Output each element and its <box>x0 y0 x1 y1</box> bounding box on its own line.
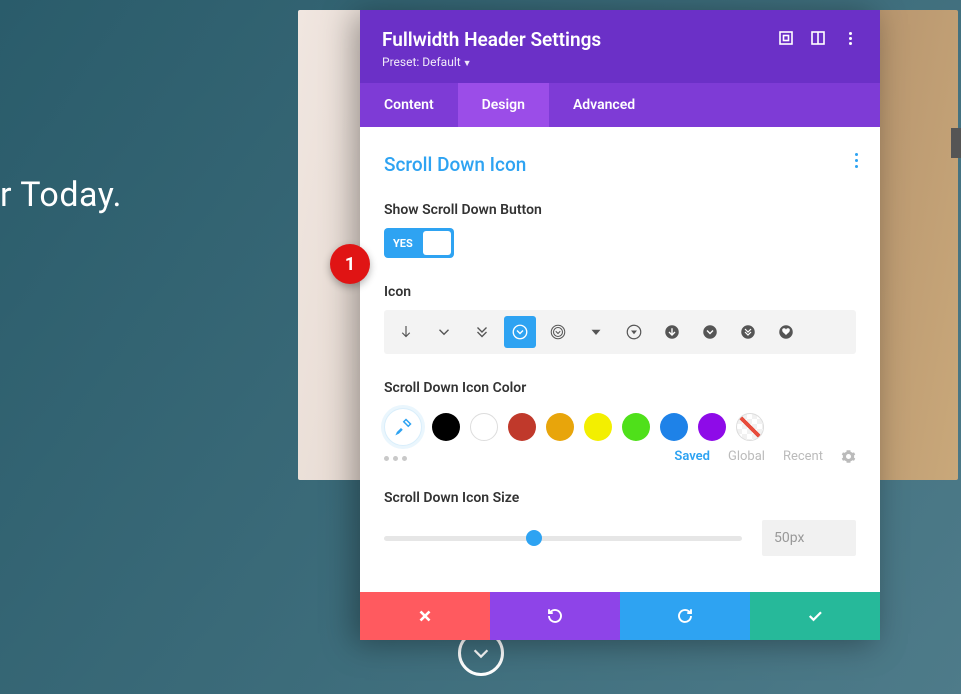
color-tab-global[interactable]: Global <box>728 449 765 464</box>
panel-menu-icon[interactable] <box>842 30 858 46</box>
panel-tabs: Content Design Advanced <box>360 83 880 127</box>
right-handle <box>951 128 961 158</box>
tab-design[interactable]: Design <box>458 83 549 127</box>
swatch-red[interactable] <box>508 413 536 441</box>
color-label: Scroll Down Icon Color <box>384 380 856 396</box>
section-menu-icon[interactable] <box>855 153 858 168</box>
tab-content[interactable]: Content <box>360 83 458 127</box>
color-tab-saved[interactable]: Saved <box>674 449 710 464</box>
icon-circle-double-chevron-dark[interactable] <box>732 316 764 348</box>
swatch-white[interactable] <box>470 413 498 441</box>
icon-double-chevron[interactable] <box>466 316 498 348</box>
cancel-button[interactable] <box>360 592 490 640</box>
swatch-nocolor[interactable] <box>736 413 764 441</box>
swatch-black[interactable] <box>432 413 460 441</box>
size-label: Scroll Down Icon Size <box>384 490 856 506</box>
callout-marker-1: 1 <box>330 244 370 284</box>
section-title: Scroll Down Icon <box>384 153 856 176</box>
icon-label: Icon <box>384 284 856 300</box>
icon-heart-circle-dark[interactable] <box>770 316 802 348</box>
panel-footer <box>360 592 880 640</box>
icon-circle-chevron-dark[interactable] <box>694 316 726 348</box>
redo-button[interactable] <box>620 592 750 640</box>
toggle-value: YES <box>387 237 419 250</box>
size-slider[interactable] <box>384 536 742 541</box>
swatch-yellow[interactable] <box>584 413 612 441</box>
expand-icon[interactable] <box>778 30 794 46</box>
size-value-input[interactable]: 50px <box>762 520 856 556</box>
icon-circle-arrow-dark[interactable] <box>656 316 688 348</box>
settings-panel: Fullwidth Header Settings Preset: Defaul… <box>360 10 880 640</box>
icon-arrow-down[interactable] <box>390 316 422 348</box>
tab-advanced[interactable]: Advanced <box>549 83 659 127</box>
swatch-orange[interactable] <box>546 413 574 441</box>
swatch-purple[interactable] <box>698 413 726 441</box>
icon-circle-caret-outline[interactable] <box>618 316 650 348</box>
panel-header: Fullwidth Header Settings Preset: Defaul… <box>360 10 880 83</box>
hero-text: r Today. <box>0 175 122 215</box>
snap-icon[interactable] <box>810 30 826 46</box>
show-scroll-toggle[interactable]: YES <box>384 228 454 258</box>
icon-picker <box>384 310 856 354</box>
icon-caret-down[interactable] <box>580 316 612 348</box>
icon-chevron-down[interactable] <box>428 316 460 348</box>
icon-circle-chevron-outline[interactable] <box>542 316 574 348</box>
swatch-green[interactable] <box>622 413 650 441</box>
color-tab-recent[interactable]: Recent <box>783 449 823 464</box>
gear-icon[interactable] <box>841 449 856 464</box>
panel-title: Fullwidth Header Settings <box>382 28 601 51</box>
color-eyedropper[interactable] <box>384 408 422 446</box>
size-slider-thumb[interactable] <box>526 530 542 546</box>
icon-circle-chevron-filled[interactable] <box>504 316 536 348</box>
panel-preset[interactable]: Preset: Default▼ <box>382 55 601 69</box>
color-tabs: Saved Global Recent <box>384 449 856 464</box>
color-row <box>384 408 856 446</box>
show-scroll-label: Show Scroll Down Button <box>384 202 856 218</box>
toggle-knob <box>423 231 451 255</box>
undo-button[interactable] <box>490 592 620 640</box>
swatch-blue[interactable] <box>660 413 688 441</box>
save-button[interactable] <box>750 592 880 640</box>
panel-body: Scroll Down Icon Show Scroll Down Button… <box>360 127 880 592</box>
